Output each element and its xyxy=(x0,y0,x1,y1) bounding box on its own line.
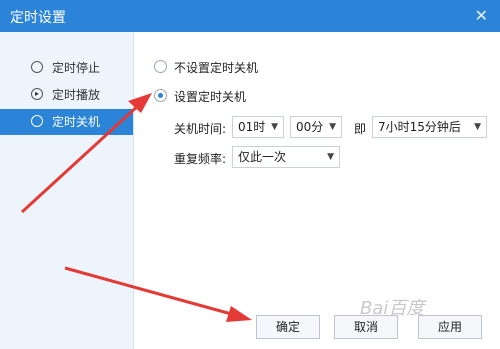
apply-button[interactable]: 应用 xyxy=(418,315,482,339)
arrow-to-ok-button xyxy=(64,266,252,322)
ok-button[interactable]: 确定 xyxy=(256,315,320,339)
cancel-button[interactable]: 取消 xyxy=(334,315,398,339)
arrow-to-radio xyxy=(20,93,152,214)
annotation-arrows xyxy=(20,93,252,322)
